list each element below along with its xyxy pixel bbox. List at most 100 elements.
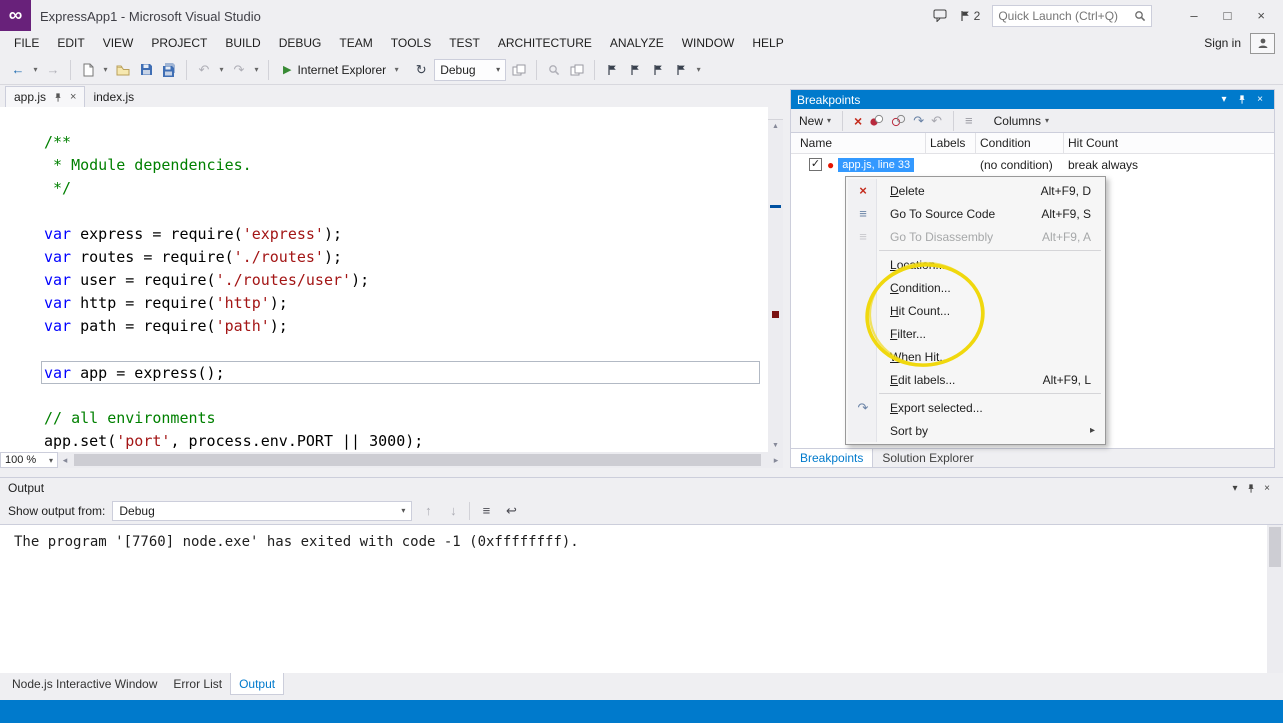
clear-all-icon[interactable]: ≡ [477, 503, 495, 518]
pin-icon[interactable] [1243, 483, 1259, 494]
menu-item-condition[interactable]: Condition... [848, 276, 1103, 299]
menu-test[interactable]: TEST [440, 31, 489, 55]
refresh-icon[interactable]: ↻ [411, 60, 431, 80]
code-line[interactable]: /** [44, 131, 763, 154]
column-header-hit-count[interactable]: Hit Count [1064, 133, 1274, 153]
horizontal-scrollbar-thumb[interactable] [74, 454, 761, 466]
notifications-flag-icon[interactable]: 2 [959, 9, 981, 23]
window-position-caret-icon[interactable]: ▾ [1227, 483, 1243, 494]
menu-item-filter[interactable]: Filter... [848, 322, 1103, 345]
save-all-icon[interactable] [159, 60, 179, 80]
code-line[interactable]: var http = require('http'); [44, 292, 763, 315]
browser-select-caret-icon[interactable]: ▾ [392, 65, 401, 74]
tab-output[interactable]: Output [230, 673, 284, 695]
menu-project[interactable]: PROJECT [142, 31, 216, 55]
pin-icon[interactable] [53, 92, 63, 103]
code-line[interactable]: var express = require('express'); [44, 223, 763, 246]
code-line[interactable] [44, 384, 763, 407]
undo-icon[interactable]: ↶ [194, 60, 214, 80]
column-header-condition[interactable]: Condition [976, 133, 1064, 153]
breakpoint-checkbox[interactable]: ✓ [809, 158, 822, 171]
menu-tools[interactable]: TOOLS [382, 31, 440, 55]
output-source-select[interactable]: Debug ▾ [112, 501, 412, 521]
attach-to-process-icon[interactable] [509, 60, 529, 80]
editor-vertical-scrollbar[interactable]: ▲ ▼ [768, 107, 783, 452]
code-line[interactable]: */ [44, 177, 763, 200]
code-area[interactable]: /** * Module dependencies. */ var expres… [44, 131, 763, 452]
find-in-files-icon[interactable] [544, 60, 564, 80]
delete-breakpoint-icon[interactable]: × [854, 113, 862, 129]
output-console[interactable]: The program '[7760] node.exe' has exited… [0, 524, 1283, 673]
breakpoints-title-bar[interactable]: Breakpoints ▾ × [791, 90, 1274, 109]
menu-item-go-to-source-code[interactable]: ≡Go To Source CodeAlt+F9, S [848, 202, 1103, 225]
menu-edit[interactable]: EDIT [48, 31, 93, 55]
scroll-up-icon[interactable]: ▲ [768, 123, 783, 130]
code-line[interactable]: var user = require('./routes/user'); [44, 269, 763, 292]
column-header-name[interactable]: Name [791, 133, 926, 153]
tab-index-js[interactable]: index.js [85, 86, 142, 107]
minimize-button[interactable]: – [1190, 8, 1197, 23]
code-line[interactable]: var routes = require('./routes'); [44, 246, 763, 269]
tab-nodejs-interactive-window[interactable]: Node.js Interactive Window [4, 673, 165, 695]
import-breakpoints-icon[interactable]: ↶ [931, 113, 942, 129]
menu-help[interactable]: HELP [743, 31, 792, 55]
navigate-backward-icon[interactable]: ← [8, 60, 28, 80]
new-breakpoint-button[interactable]: New ▾ [799, 114, 831, 128]
menu-build[interactable]: BUILD [216, 31, 269, 55]
new-project-icon[interactable] [78, 60, 98, 80]
next-message-icon[interactable]: ↓ [444, 503, 462, 518]
menu-item-edit-labels[interactable]: Edit labels...Alt+F9, L [848, 368, 1103, 391]
navigate-forward-icon[interactable]: → [43, 60, 63, 80]
breakpoint-name[interactable]: app.js, line 33 [838, 158, 914, 172]
horizontal-scrollbar-track[interactable] [72, 452, 769, 468]
account-icon[interactable] [1250, 33, 1275, 54]
feedback-icon[interactable] [933, 9, 947, 22]
export-breakpoints-icon[interactable]: ↷ [913, 113, 924, 129]
scroll-left-icon[interactable]: ◂ [58, 455, 72, 466]
tab-breakpoints[interactable]: Breakpoints [791, 449, 873, 467]
maximize-button[interactable]: □ [1224, 8, 1232, 23]
menu-analyze[interactable]: ANALYZE [601, 31, 673, 55]
close-icon[interactable]: × [1259, 483, 1275, 494]
output-vertical-scrollbar[interactable] [1267, 525, 1283, 673]
open-file-icon[interactable] [113, 60, 133, 80]
menu-architecture[interactable]: ARCHITECTURE [489, 31, 601, 55]
column-header-labels[interactable]: Labels [926, 133, 976, 153]
columns-button[interactable]: Columns ▾ [994, 114, 1049, 128]
menu-item-export-selected[interactable]: ↷Export selected... [848, 396, 1103, 419]
pin-icon[interactable] [1234, 94, 1250, 105]
output-title-bar[interactable]: Output ▾ × [0, 478, 1283, 498]
tab-error-list[interactable]: Error List [165, 673, 230, 695]
toggle-word-wrap-icon[interactable]: ↩ [502, 503, 520, 519]
menu-window[interactable]: WINDOW [673, 31, 744, 55]
next-bookmark-icon[interactable] [648, 60, 668, 80]
code-line[interactable] [44, 338, 763, 361]
code-line[interactable]: var path = require('path'); [44, 315, 763, 338]
code-line[interactable]: * Module dependencies. [44, 154, 763, 177]
code-line[interactable]: var app = express(); [41, 361, 760, 384]
toolbar-options-caret-icon[interactable]: ▾ [694, 65, 703, 74]
menu-item-location[interactable]: Location... [848, 253, 1103, 276]
menu-item-go-to-disassembly[interactable]: ≡Go To DisassemblyAlt+F9, A [848, 225, 1103, 248]
go-to-source-toolbar-icon[interactable]: ≡ [965, 113, 973, 128]
close-icon[interactable]: × [1252, 94, 1268, 105]
menu-view[interactable]: VIEW [94, 31, 143, 55]
previous-bookmark-icon[interactable] [625, 60, 645, 80]
navigate-backward-caret-icon[interactable]: ▾ [31, 65, 40, 74]
close-button[interactable]: × [1257, 8, 1265, 23]
solution-configuration-select[interactable]: Debug ▾ [434, 59, 506, 81]
code-line[interactable] [44, 200, 763, 223]
menu-item-delete[interactable]: ×DeleteAlt+F9, D [848, 179, 1103, 202]
zoom-select[interactable]: 100 % ▾ [0, 452, 58, 468]
clear-bookmarks-icon[interactable] [671, 60, 691, 80]
redo-caret-icon[interactable]: ▾ [252, 65, 261, 74]
window-position-caret-icon[interactable]: ▾ [1216, 94, 1232, 105]
delete-all-breakpoints-icon[interactable] [869, 114, 884, 127]
menu-item-sort-by[interactable]: Sort by▸ [848, 419, 1103, 442]
tab-solution-explorer[interactable]: Solution Explorer [873, 449, 982, 467]
quick-launch-search[interactable] [992, 5, 1152, 27]
sign-in-link[interactable]: Sign in [1204, 36, 1241, 50]
menu-debug[interactable]: DEBUG [270, 31, 331, 55]
editor-horizontal-scrollbar[interactable]: ◂ ▸ [58, 452, 783, 468]
previous-message-icon[interactable]: ↑ [419, 503, 437, 518]
